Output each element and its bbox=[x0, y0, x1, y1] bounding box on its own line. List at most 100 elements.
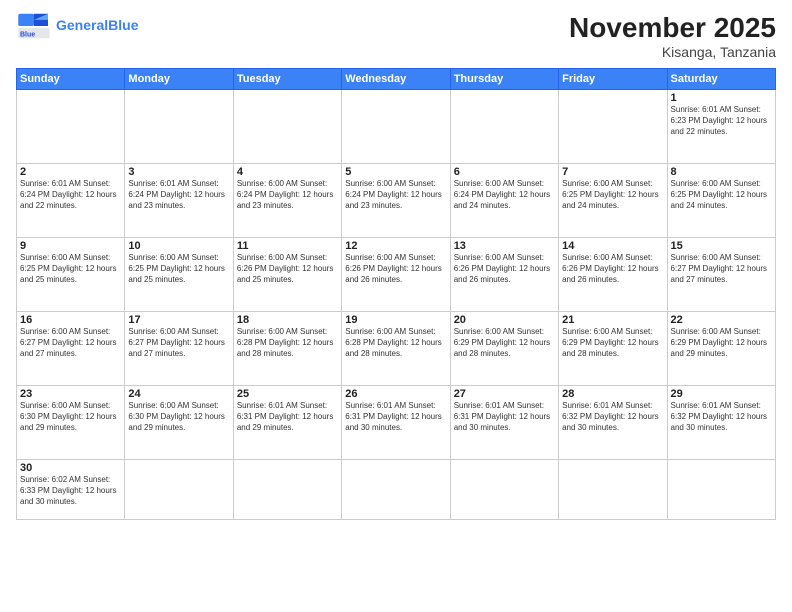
table-row: 7Sunrise: 6:00 AM Sunset: 6:25 PM Daylig… bbox=[559, 164, 667, 238]
day-info: Sunrise: 6:00 AM Sunset: 6:28 PM Dayligh… bbox=[345, 327, 446, 359]
day-info: Sunrise: 6:02 AM Sunset: 6:33 PM Dayligh… bbox=[20, 475, 121, 507]
day-number: 9 bbox=[20, 240, 121, 252]
day-info: Sunrise: 6:00 AM Sunset: 6:27 PM Dayligh… bbox=[128, 327, 229, 359]
day-info: Sunrise: 6:00 AM Sunset: 6:24 PM Dayligh… bbox=[454, 179, 555, 211]
table-row bbox=[559, 460, 667, 520]
header-sunday: Sunday bbox=[17, 69, 125, 90]
day-info: Sunrise: 6:00 AM Sunset: 6:29 PM Dayligh… bbox=[454, 327, 555, 359]
day-info: Sunrise: 6:01 AM Sunset: 6:31 PM Dayligh… bbox=[345, 401, 446, 433]
calendar-page: Blue GeneralBlue November 2025 Kisanga, … bbox=[0, 0, 792, 612]
header-saturday: Saturday bbox=[667, 69, 775, 90]
title-block: November 2025 Kisanga, Tanzania bbox=[569, 12, 776, 60]
day-number: 17 bbox=[128, 314, 229, 326]
table-row: 21Sunrise: 6:00 AM Sunset: 6:29 PM Dayli… bbox=[559, 312, 667, 386]
day-number: 8 bbox=[671, 166, 772, 178]
table-row: 17Sunrise: 6:00 AM Sunset: 6:27 PM Dayli… bbox=[125, 312, 233, 386]
day-number: 10 bbox=[128, 240, 229, 252]
day-number: 24 bbox=[128, 388, 229, 400]
day-info: Sunrise: 6:01 AM Sunset: 6:32 PM Dayligh… bbox=[671, 401, 772, 433]
calendar-body: 1Sunrise: 6:01 AM Sunset: 6:23 PM Daylig… bbox=[17, 90, 776, 520]
day-info: Sunrise: 6:01 AM Sunset: 6:31 PM Dayligh… bbox=[454, 401, 555, 433]
table-row bbox=[450, 90, 558, 164]
day-info: Sunrise: 6:00 AM Sunset: 6:26 PM Dayligh… bbox=[237, 253, 338, 285]
table-row bbox=[17, 90, 125, 164]
table-row: 18Sunrise: 6:00 AM Sunset: 6:28 PM Dayli… bbox=[233, 312, 341, 386]
day-number: 25 bbox=[237, 388, 338, 400]
day-number: 23 bbox=[20, 388, 121, 400]
day-number: 14 bbox=[562, 240, 663, 252]
day-info: Sunrise: 6:00 AM Sunset: 6:25 PM Dayligh… bbox=[128, 253, 229, 285]
table-row bbox=[342, 460, 450, 520]
day-number: 13 bbox=[454, 240, 555, 252]
logo-general: General bbox=[56, 17, 108, 33]
calendar-week-row: 1Sunrise: 6:01 AM Sunset: 6:23 PM Daylig… bbox=[17, 90, 776, 164]
table-row: 5Sunrise: 6:00 AM Sunset: 6:24 PM Daylig… bbox=[342, 164, 450, 238]
logo-blue: Blue bbox=[108, 17, 138, 33]
table-row: 19Sunrise: 6:00 AM Sunset: 6:28 PM Dayli… bbox=[342, 312, 450, 386]
day-info: Sunrise: 6:00 AM Sunset: 6:26 PM Dayligh… bbox=[562, 253, 663, 285]
calendar-header: Sunday Monday Tuesday Wednesday Thursday… bbox=[17, 69, 776, 90]
table-row: 25Sunrise: 6:01 AM Sunset: 6:31 PM Dayli… bbox=[233, 386, 341, 460]
day-number: 28 bbox=[562, 388, 663, 400]
day-number: 18 bbox=[237, 314, 338, 326]
day-number: 5 bbox=[345, 166, 446, 178]
header-friday: Friday bbox=[559, 69, 667, 90]
logo-text: GeneralBlue bbox=[56, 18, 138, 33]
day-number: 1 bbox=[671, 92, 772, 104]
table-row: 23Sunrise: 6:00 AM Sunset: 6:30 PM Dayli… bbox=[17, 386, 125, 460]
table-row: 8Sunrise: 6:00 AM Sunset: 6:25 PM Daylig… bbox=[667, 164, 775, 238]
day-info: Sunrise: 6:00 AM Sunset: 6:25 PM Dayligh… bbox=[671, 179, 772, 211]
table-row: 9Sunrise: 6:00 AM Sunset: 6:25 PM Daylig… bbox=[17, 238, 125, 312]
table-row bbox=[450, 460, 558, 520]
table-row: 2Sunrise: 6:01 AM Sunset: 6:24 PM Daylig… bbox=[17, 164, 125, 238]
month-title: November 2025 bbox=[569, 12, 776, 44]
day-info: Sunrise: 6:00 AM Sunset: 6:27 PM Dayligh… bbox=[20, 327, 121, 359]
table-row: 14Sunrise: 6:00 AM Sunset: 6:26 PM Dayli… bbox=[559, 238, 667, 312]
day-info: Sunrise: 6:01 AM Sunset: 6:24 PM Dayligh… bbox=[20, 179, 121, 211]
day-number: 20 bbox=[454, 314, 555, 326]
day-number: 6 bbox=[454, 166, 555, 178]
table-row bbox=[125, 460, 233, 520]
day-info: Sunrise: 6:00 AM Sunset: 6:30 PM Dayligh… bbox=[20, 401, 121, 433]
header-tuesday: Tuesday bbox=[233, 69, 341, 90]
day-number: 15 bbox=[671, 240, 772, 252]
table-row: 16Sunrise: 6:00 AM Sunset: 6:27 PM Dayli… bbox=[17, 312, 125, 386]
table-row: 11Sunrise: 6:00 AM Sunset: 6:26 PM Dayli… bbox=[233, 238, 341, 312]
day-number: 19 bbox=[345, 314, 446, 326]
day-number: 21 bbox=[562, 314, 663, 326]
table-row: 3Sunrise: 6:01 AM Sunset: 6:24 PM Daylig… bbox=[125, 164, 233, 238]
day-info: Sunrise: 6:00 AM Sunset: 6:29 PM Dayligh… bbox=[562, 327, 663, 359]
calendar-week-row: 2Sunrise: 6:01 AM Sunset: 6:24 PM Daylig… bbox=[17, 164, 776, 238]
header-monday: Monday bbox=[125, 69, 233, 90]
day-info: Sunrise: 6:01 AM Sunset: 6:24 PM Dayligh… bbox=[128, 179, 229, 211]
day-number: 2 bbox=[20, 166, 121, 178]
table-row: 4Sunrise: 6:00 AM Sunset: 6:24 PM Daylig… bbox=[233, 164, 341, 238]
table-row: 12Sunrise: 6:00 AM Sunset: 6:26 PM Dayli… bbox=[342, 238, 450, 312]
day-info: Sunrise: 6:01 AM Sunset: 6:32 PM Dayligh… bbox=[562, 401, 663, 433]
table-row bbox=[342, 90, 450, 164]
day-number: 16 bbox=[20, 314, 121, 326]
day-info: Sunrise: 6:00 AM Sunset: 6:24 PM Dayligh… bbox=[345, 179, 446, 211]
calendar-table: Sunday Monday Tuesday Wednesday Thursday… bbox=[16, 68, 776, 520]
days-header-row: Sunday Monday Tuesday Wednesday Thursday… bbox=[17, 69, 776, 90]
logo: Blue GeneralBlue bbox=[16, 12, 138, 40]
day-number: 27 bbox=[454, 388, 555, 400]
table-row: 30Sunrise: 6:02 AM Sunset: 6:33 PM Dayli… bbox=[17, 460, 125, 520]
day-info: Sunrise: 6:00 AM Sunset: 6:25 PM Dayligh… bbox=[20, 253, 121, 285]
day-info: Sunrise: 6:01 AM Sunset: 6:23 PM Dayligh… bbox=[671, 105, 772, 137]
calendar-week-row: 30Sunrise: 6:02 AM Sunset: 6:33 PM Dayli… bbox=[17, 460, 776, 520]
day-number: 22 bbox=[671, 314, 772, 326]
table-row: 20Sunrise: 6:00 AM Sunset: 6:29 PM Dayli… bbox=[450, 312, 558, 386]
day-info: Sunrise: 6:00 AM Sunset: 6:26 PM Dayligh… bbox=[454, 253, 555, 285]
header-wednesday: Wednesday bbox=[342, 69, 450, 90]
day-info: Sunrise: 6:00 AM Sunset: 6:29 PM Dayligh… bbox=[671, 327, 772, 359]
day-number: 3 bbox=[128, 166, 229, 178]
table-row: 15Sunrise: 6:00 AM Sunset: 6:27 PM Dayli… bbox=[667, 238, 775, 312]
table-row: 28Sunrise: 6:01 AM Sunset: 6:32 PM Dayli… bbox=[559, 386, 667, 460]
table-row: 13Sunrise: 6:00 AM Sunset: 6:26 PM Dayli… bbox=[450, 238, 558, 312]
table-row bbox=[233, 90, 341, 164]
day-info: Sunrise: 6:01 AM Sunset: 6:31 PM Dayligh… bbox=[237, 401, 338, 433]
day-number: 12 bbox=[345, 240, 446, 252]
table-row bbox=[559, 90, 667, 164]
table-row: 26Sunrise: 6:01 AM Sunset: 6:31 PM Dayli… bbox=[342, 386, 450, 460]
